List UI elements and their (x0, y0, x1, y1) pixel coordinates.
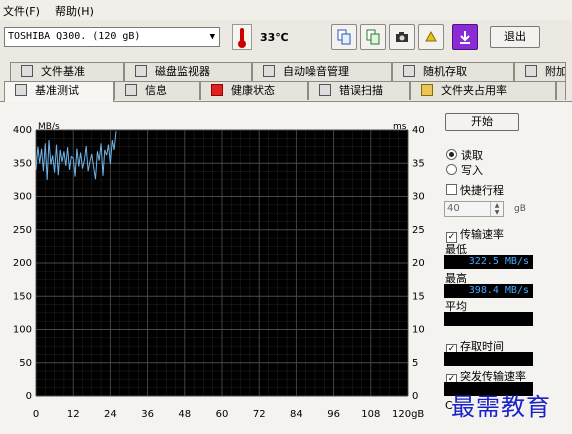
y-tick-label-right: 30 (412, 192, 425, 203)
download-icon (460, 31, 470, 44)
transfer-rate-checkbox[interactable]: ✓ 传输速率 (446, 226, 504, 243)
copy-text-button[interactable] (331, 24, 357, 50)
tab-info[interactable]: 信息 (114, 81, 200, 100)
drive-select[interactable]: TOSHIBA Q300. (120 gB) ▼ (4, 27, 220, 47)
x-tick-label: 48 (178, 409, 191, 420)
tab-file-benchmark[interactable]: 文件基准 (10, 62, 124, 81)
health-button[interactable] (418, 24, 444, 50)
y-tick-label-right: 0 (412, 391, 418, 402)
y-tick-label-left: 250 (13, 225, 32, 236)
x-tick-label: 36 (141, 409, 154, 420)
chevron-down-icon: ▼ (209, 32, 215, 42)
disk-monitor-icon (135, 65, 147, 77)
copy-screen-button[interactable] (360, 24, 386, 50)
random-access-icon (403, 65, 415, 77)
grid (35, 129, 409, 397)
burst-rate-checkbox[interactable]: ✓ 突发传输速率 (446, 368, 526, 385)
folder-icon (421, 84, 433, 96)
x-tick-label: 12 (67, 409, 80, 420)
y-tick-label-left: 300 (13, 192, 32, 203)
health-icon (425, 30, 437, 42)
tab-disk-monitor[interactable]: 磁盘监视器 (124, 62, 252, 81)
screenshot-button[interactable] (389, 24, 415, 50)
spinner-arrows-icon[interactable]: ▲ ▼ (490, 202, 503, 216)
x-tick-label: 120gB (392, 409, 424, 420)
y-tick-label-left: 150 (13, 291, 32, 302)
y-tick-label-left: 100 (13, 325, 32, 336)
radio-selected-icon (446, 149, 457, 160)
magnifier-icon (319, 84, 331, 96)
y-tick-label-right: 35 (412, 158, 425, 169)
y-tick-label-right: 40 (412, 125, 425, 136)
toolbar: TOSHIBA Q300. (120 gB) ▼ 33℃ 退出 (0, 20, 572, 56)
shortstroke-unit: gB (514, 204, 526, 214)
access-time-checkbox[interactable]: ✓ 存取时间 (446, 338, 504, 355)
x-tick-label: 84 (290, 409, 303, 420)
camera-icon (396, 32, 408, 42)
drive-select-value: TOSHIBA Q300. (120 gB) (8, 31, 141, 42)
access-time-value (444, 352, 533, 366)
thermometer-icon (232, 24, 252, 50)
copy-text-icon (337, 29, 351, 45)
write-radio[interactable]: 写入 (446, 162, 566, 177)
shortstroke-spinner[interactable]: 40 ▲ ▼ (444, 201, 504, 217)
y-tick-label-left: 400 (13, 125, 32, 136)
tab-benchmark[interactable]: 基准测试 (4, 81, 114, 102)
y-tick-label-right: 10 (412, 325, 425, 336)
start-button[interactable]: 开始 (445, 113, 519, 131)
y-tick-label-left: 350 (13, 158, 32, 169)
tab-noise-management[interactable]: 自动噪音管理 (252, 62, 392, 81)
shortstroke-checkbox[interactable]: 快捷行程 (446, 182, 504, 197)
tab-health[interactable]: 健康状态 (200, 81, 308, 100)
read-radio[interactable]: 读取 (446, 147, 566, 162)
tab-error-scan[interactable]: 错误扫描 (308, 81, 410, 100)
speaker-icon (263, 65, 275, 77)
min-value: 322.5 MB/s (444, 255, 533, 269)
x-tick-label: 24 (104, 409, 117, 420)
y-tick-label-right: 5 (412, 358, 418, 369)
benchmark-chart: MB/s ms 05010015020025030035040005101520… (13, 122, 425, 420)
benchmark-icon (15, 84, 27, 96)
extra-icon (525, 65, 537, 77)
x-tick-label: 96 (327, 409, 340, 420)
tab-extra[interactable]: 附加 (514, 62, 566, 81)
y-tick-label-right: 20 (412, 258, 425, 269)
info-icon (125, 84, 137, 96)
x-tick-label: 72 (253, 409, 266, 420)
exit-button[interactable]: 退出 (490, 26, 540, 48)
tab-overflow[interactable] (556, 81, 566, 100)
x-tick-label: 60 (216, 409, 229, 420)
max-value: 398.4 MB/s (444, 284, 533, 298)
y-tick-label-right: 15 (412, 291, 425, 302)
menu-bar: 文件(F) 帮助(H) (0, 0, 572, 20)
download-button[interactable] (452, 24, 478, 50)
avg-value (444, 312, 533, 326)
copy-screen-icon (366, 29, 380, 45)
y-tick-label-left: 0 (26, 391, 32, 402)
menu-help[interactable]: 帮助(H) (55, 3, 94, 19)
y-tick-label-right: 25 (412, 225, 425, 236)
tab-folder-usage[interactable]: 文件夹占用率 (410, 81, 556, 100)
tab-random-access[interactable]: 随机存取 (392, 62, 514, 81)
checkbox-unchecked-icon (446, 184, 457, 195)
y-tick-label-left: 50 (19, 358, 32, 369)
watermark-text: 最需教育 (451, 393, 551, 421)
radio-empty-icon (446, 164, 457, 175)
tab-row-back: 文件基准 磁盘监视器 自动噪音管理 随机存取 附加 (0, 62, 572, 142)
tab-row-front: 基准测试 信息 健康状态 错误扫描 文件夹占用率 (0, 81, 572, 102)
health-cross-icon (211, 84, 223, 96)
x-tick-label: 108 (361, 409, 380, 420)
y-tick-label-left: 200 (13, 258, 32, 269)
menu-file[interactable]: 文件(F) (3, 3, 40, 19)
file-benchmark-icon (21, 65, 33, 77)
x-tick-label: 0 (33, 409, 39, 420)
temperature-readout: 33℃ (260, 31, 289, 44)
